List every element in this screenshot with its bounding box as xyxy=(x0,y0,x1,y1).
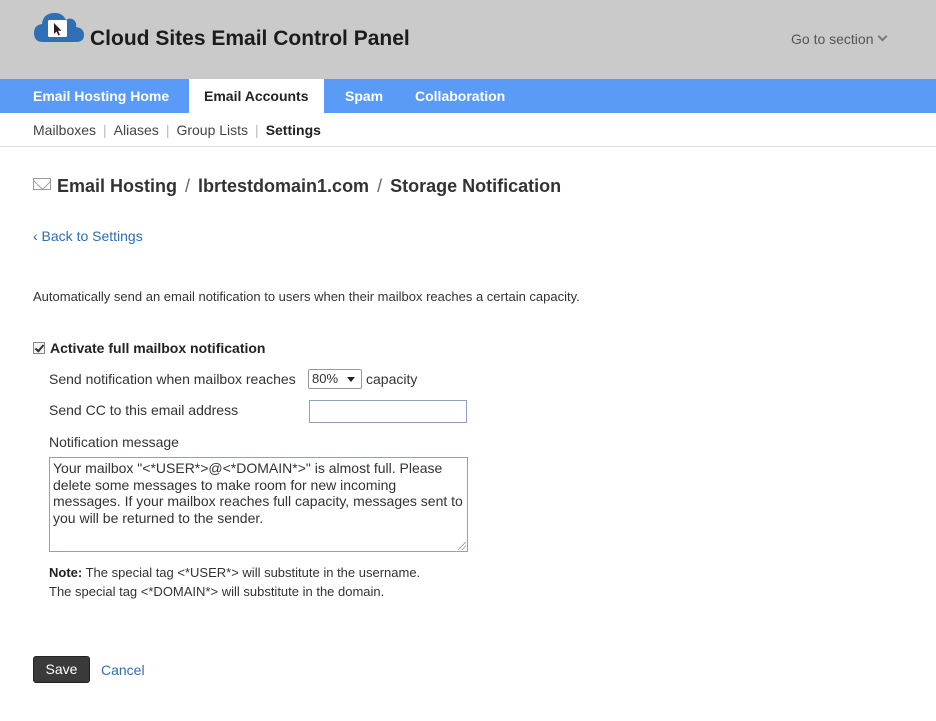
cancel-link[interactable]: Cancel xyxy=(101,662,145,678)
sub-nav: Mailboxes | Aliases | Group Lists | Settings xyxy=(33,113,321,147)
subnav-mailboxes[interactable]: Mailboxes xyxy=(33,122,96,138)
subnav-separator: | xyxy=(103,122,107,138)
breadcrumb-separator: / xyxy=(185,176,191,196)
notification-message-text: Your mailbox "<*USER*>@<*DOMAIN*>" is al… xyxy=(53,460,463,526)
app-title: Cloud Sites Email Control Panel xyxy=(90,27,410,50)
cloud-cursor-icon[interactable] xyxy=(33,9,85,49)
activate-notification-checkbox[interactable] xyxy=(33,342,45,354)
chevron-down-icon xyxy=(877,31,887,42)
cc-email-label: Send CC to this email address xyxy=(49,402,239,418)
go-to-section-menu[interactable]: Go to section xyxy=(791,31,887,47)
breadcrumb: Email Hosting / lbrtestdomain1.com / Storage… xyxy=(33,176,561,197)
tab-email-accounts[interactable]: Email Accounts xyxy=(189,79,324,113)
page-description: Automatically send an email notification… xyxy=(33,289,580,304)
cc-email-input[interactable] xyxy=(309,400,467,423)
breadcrumb-domain[interactable]: lbrtestdomain1.com xyxy=(198,176,369,196)
threshold-label: Send notification when mailbox reaches xyxy=(49,371,296,387)
subnav-aliases[interactable]: Aliases xyxy=(114,122,159,138)
subnav-settings[interactable]: Settings xyxy=(266,122,321,138)
note-line-1: Note: The special tag <*USER*> will subs… xyxy=(49,565,420,580)
go-to-section-label: Go to section xyxy=(791,31,874,47)
activate-notification-row: Activate full mailbox notification xyxy=(33,340,265,356)
back-to-settings-link[interactable]: ‹ Back to Settings xyxy=(33,228,143,244)
tab-collaboration[interactable]: Collaboration xyxy=(400,79,520,113)
divider xyxy=(0,146,936,147)
note-prefix: Note: xyxy=(49,565,83,580)
envelope-icon xyxy=(33,178,51,190)
threshold-select[interactable]: 80% xyxy=(308,369,362,389)
threshold-value: 80% xyxy=(312,371,339,386)
main-nav: Email Hosting Home Email Accounts Spam C… xyxy=(0,79,936,113)
dropdown-arrow-icon xyxy=(347,377,355,382)
subnav-separator: | xyxy=(165,122,170,138)
tab-spam[interactable]: Spam xyxy=(330,79,398,113)
app-header: Cloud Sites Email Control Panel Go to se… xyxy=(0,0,936,79)
subnav-group-lists[interactable]: Group Lists xyxy=(176,122,248,138)
breadcrumb-separator: / xyxy=(377,176,383,196)
note-text-1: The special tag <*USER*> will substitute… xyxy=(85,565,421,580)
notification-message-label: Notification message xyxy=(49,434,179,450)
resize-handle-icon[interactable] xyxy=(458,542,466,550)
activate-notification-label: Activate full mailbox notification xyxy=(50,340,266,356)
subnav-separator: | xyxy=(255,122,259,138)
save-button[interactable]: Save xyxy=(33,656,90,683)
tab-email-hosting-home[interactable]: Email Hosting Home xyxy=(18,79,184,113)
breadcrumb-email-hosting[interactable]: Email Hosting xyxy=(57,176,177,196)
note-line-2: The special tag <*DOMAIN*> will substitu… xyxy=(49,584,385,599)
notification-message-textarea[interactable]: Your mailbox "<*USER*>@<*DOMAIN*>" is al… xyxy=(49,457,468,552)
breadcrumb-current: Storage Notification xyxy=(390,176,562,196)
threshold-suffix: capacity xyxy=(366,371,418,387)
